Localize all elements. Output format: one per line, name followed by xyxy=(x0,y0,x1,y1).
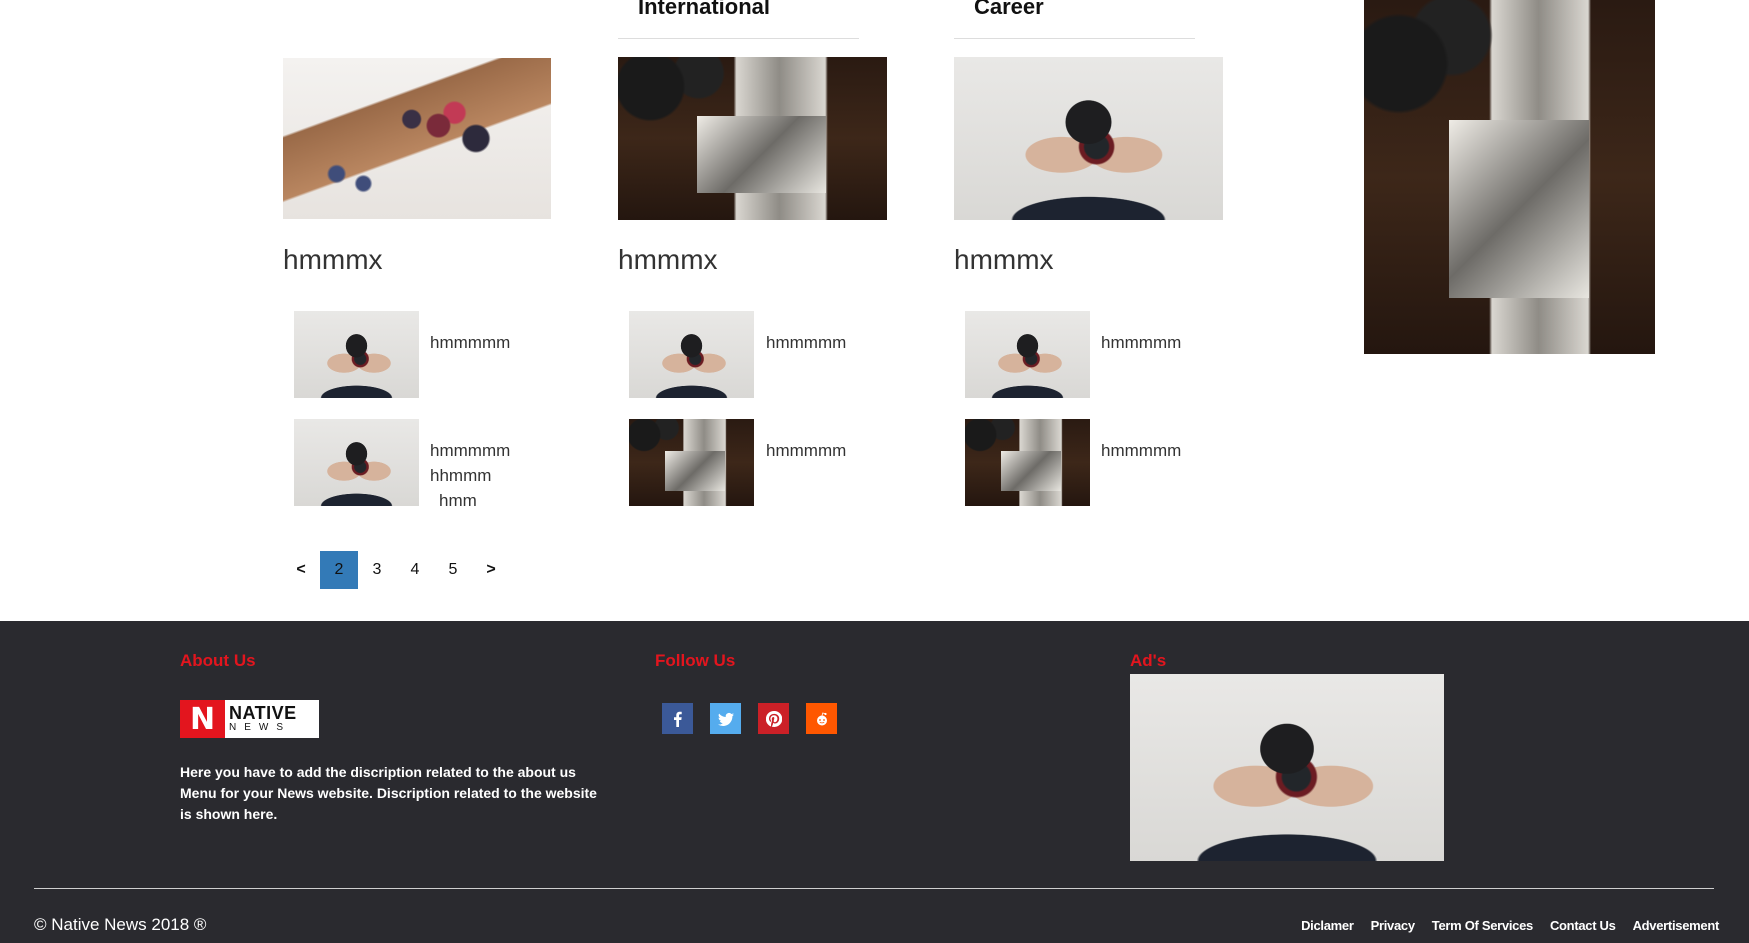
article-title[interactable]: hmmmx xyxy=(954,244,1054,276)
section-divider xyxy=(954,38,1195,39)
sidebar-ad-image[interactable] xyxy=(1364,0,1655,354)
footer-heading-follow: Follow Us xyxy=(655,651,736,670)
native-news-logo[interactable]: N NATIVE NEWS xyxy=(180,700,319,738)
logo-main-text: NATIVE xyxy=(229,703,297,723)
section-title-career[interactable]: Career xyxy=(974,0,1044,20)
thumb-image[interactable] xyxy=(965,311,1090,398)
footer-link-disclaimer[interactable]: Diclamer xyxy=(1301,918,1354,933)
article-image-food[interactable] xyxy=(283,58,551,219)
thumb-image[interactable] xyxy=(629,419,754,506)
pagination-prev[interactable]: < xyxy=(282,551,320,589)
footer-link-contact[interactable]: Contact Us xyxy=(1550,918,1616,933)
logo-letter: N xyxy=(180,700,225,738)
footer-links: Diclamer Privacy Term Of Services Contac… xyxy=(1301,918,1719,933)
caption-line: hhmmm xyxy=(430,466,492,485)
caption-line: hmm xyxy=(439,491,477,510)
thumb-image[interactable] xyxy=(294,419,419,506)
footer-link-privacy[interactable]: Privacy xyxy=(1371,918,1415,933)
article-title[interactable]: hmmmx xyxy=(283,244,383,276)
thumb-image[interactable] xyxy=(965,419,1090,506)
thumb-caption[interactable]: hmmmmm xyxy=(430,330,510,355)
thumb-caption[interactable]: hmmmmm xyxy=(766,330,846,355)
section-divider xyxy=(618,38,859,39)
about-description: Here you have to add the discription rel… xyxy=(180,764,597,822)
logo-sub-text: NEWS xyxy=(229,722,291,733)
facebook-icon[interactable] xyxy=(662,703,693,734)
footer-link-advertisement[interactable]: Advertisement xyxy=(1633,918,1720,933)
article-image-desk[interactable] xyxy=(618,57,887,220)
twitter-icon[interactable] xyxy=(710,703,741,734)
pagination-page-3[interactable]: 3 xyxy=(358,551,396,589)
thumb-image[interactable] xyxy=(294,311,419,398)
thumb-caption[interactable]: hmmmmm xyxy=(1101,330,1181,355)
caption-line: hmmmmm xyxy=(430,441,511,460)
footer-heading-ads: Ad's xyxy=(1130,651,1167,670)
thumb-caption[interactable]: hmmmmm xyxy=(1101,438,1181,463)
photo-print xyxy=(697,116,826,193)
pagination-page-4[interactable]: 4 xyxy=(396,551,434,589)
thumb-image[interactable] xyxy=(629,311,754,398)
pagination: < 2 3 4 5 > xyxy=(282,551,510,589)
footer-link-terms[interactable]: Term Of Services xyxy=(1432,918,1533,933)
pinterest-icon[interactable] xyxy=(758,703,789,734)
reddit-icon[interactable] xyxy=(806,703,837,734)
pagination-page-5[interactable]: 5 xyxy=(434,551,472,589)
photo-print xyxy=(665,451,725,491)
photo-print xyxy=(1001,451,1061,491)
thumb-caption[interactable]: hmmmmm hhmmm hmm xyxy=(430,438,510,513)
footer-divider xyxy=(34,888,1714,889)
article-image-photographer[interactable] xyxy=(954,57,1223,220)
photo-print xyxy=(1449,120,1589,298)
pagination-next[interactable]: > xyxy=(472,551,510,589)
thumb-caption[interactable]: hmmmmm xyxy=(766,438,846,463)
pagination-page-2[interactable]: 2 xyxy=(320,551,358,589)
footer-heading-about: About Us xyxy=(180,651,256,670)
section-title-international[interactable]: International xyxy=(638,0,770,20)
logo-wordmark: NATIVE NEWS xyxy=(225,700,319,738)
site-footer: About Us N NATIVE NEWS Here you have to … xyxy=(0,621,1749,943)
copyright-text: © Native News 2018 ® xyxy=(34,915,207,934)
article-title[interactable]: hmmmx xyxy=(618,244,718,276)
footer-ad-image[interactable] xyxy=(1130,674,1444,861)
